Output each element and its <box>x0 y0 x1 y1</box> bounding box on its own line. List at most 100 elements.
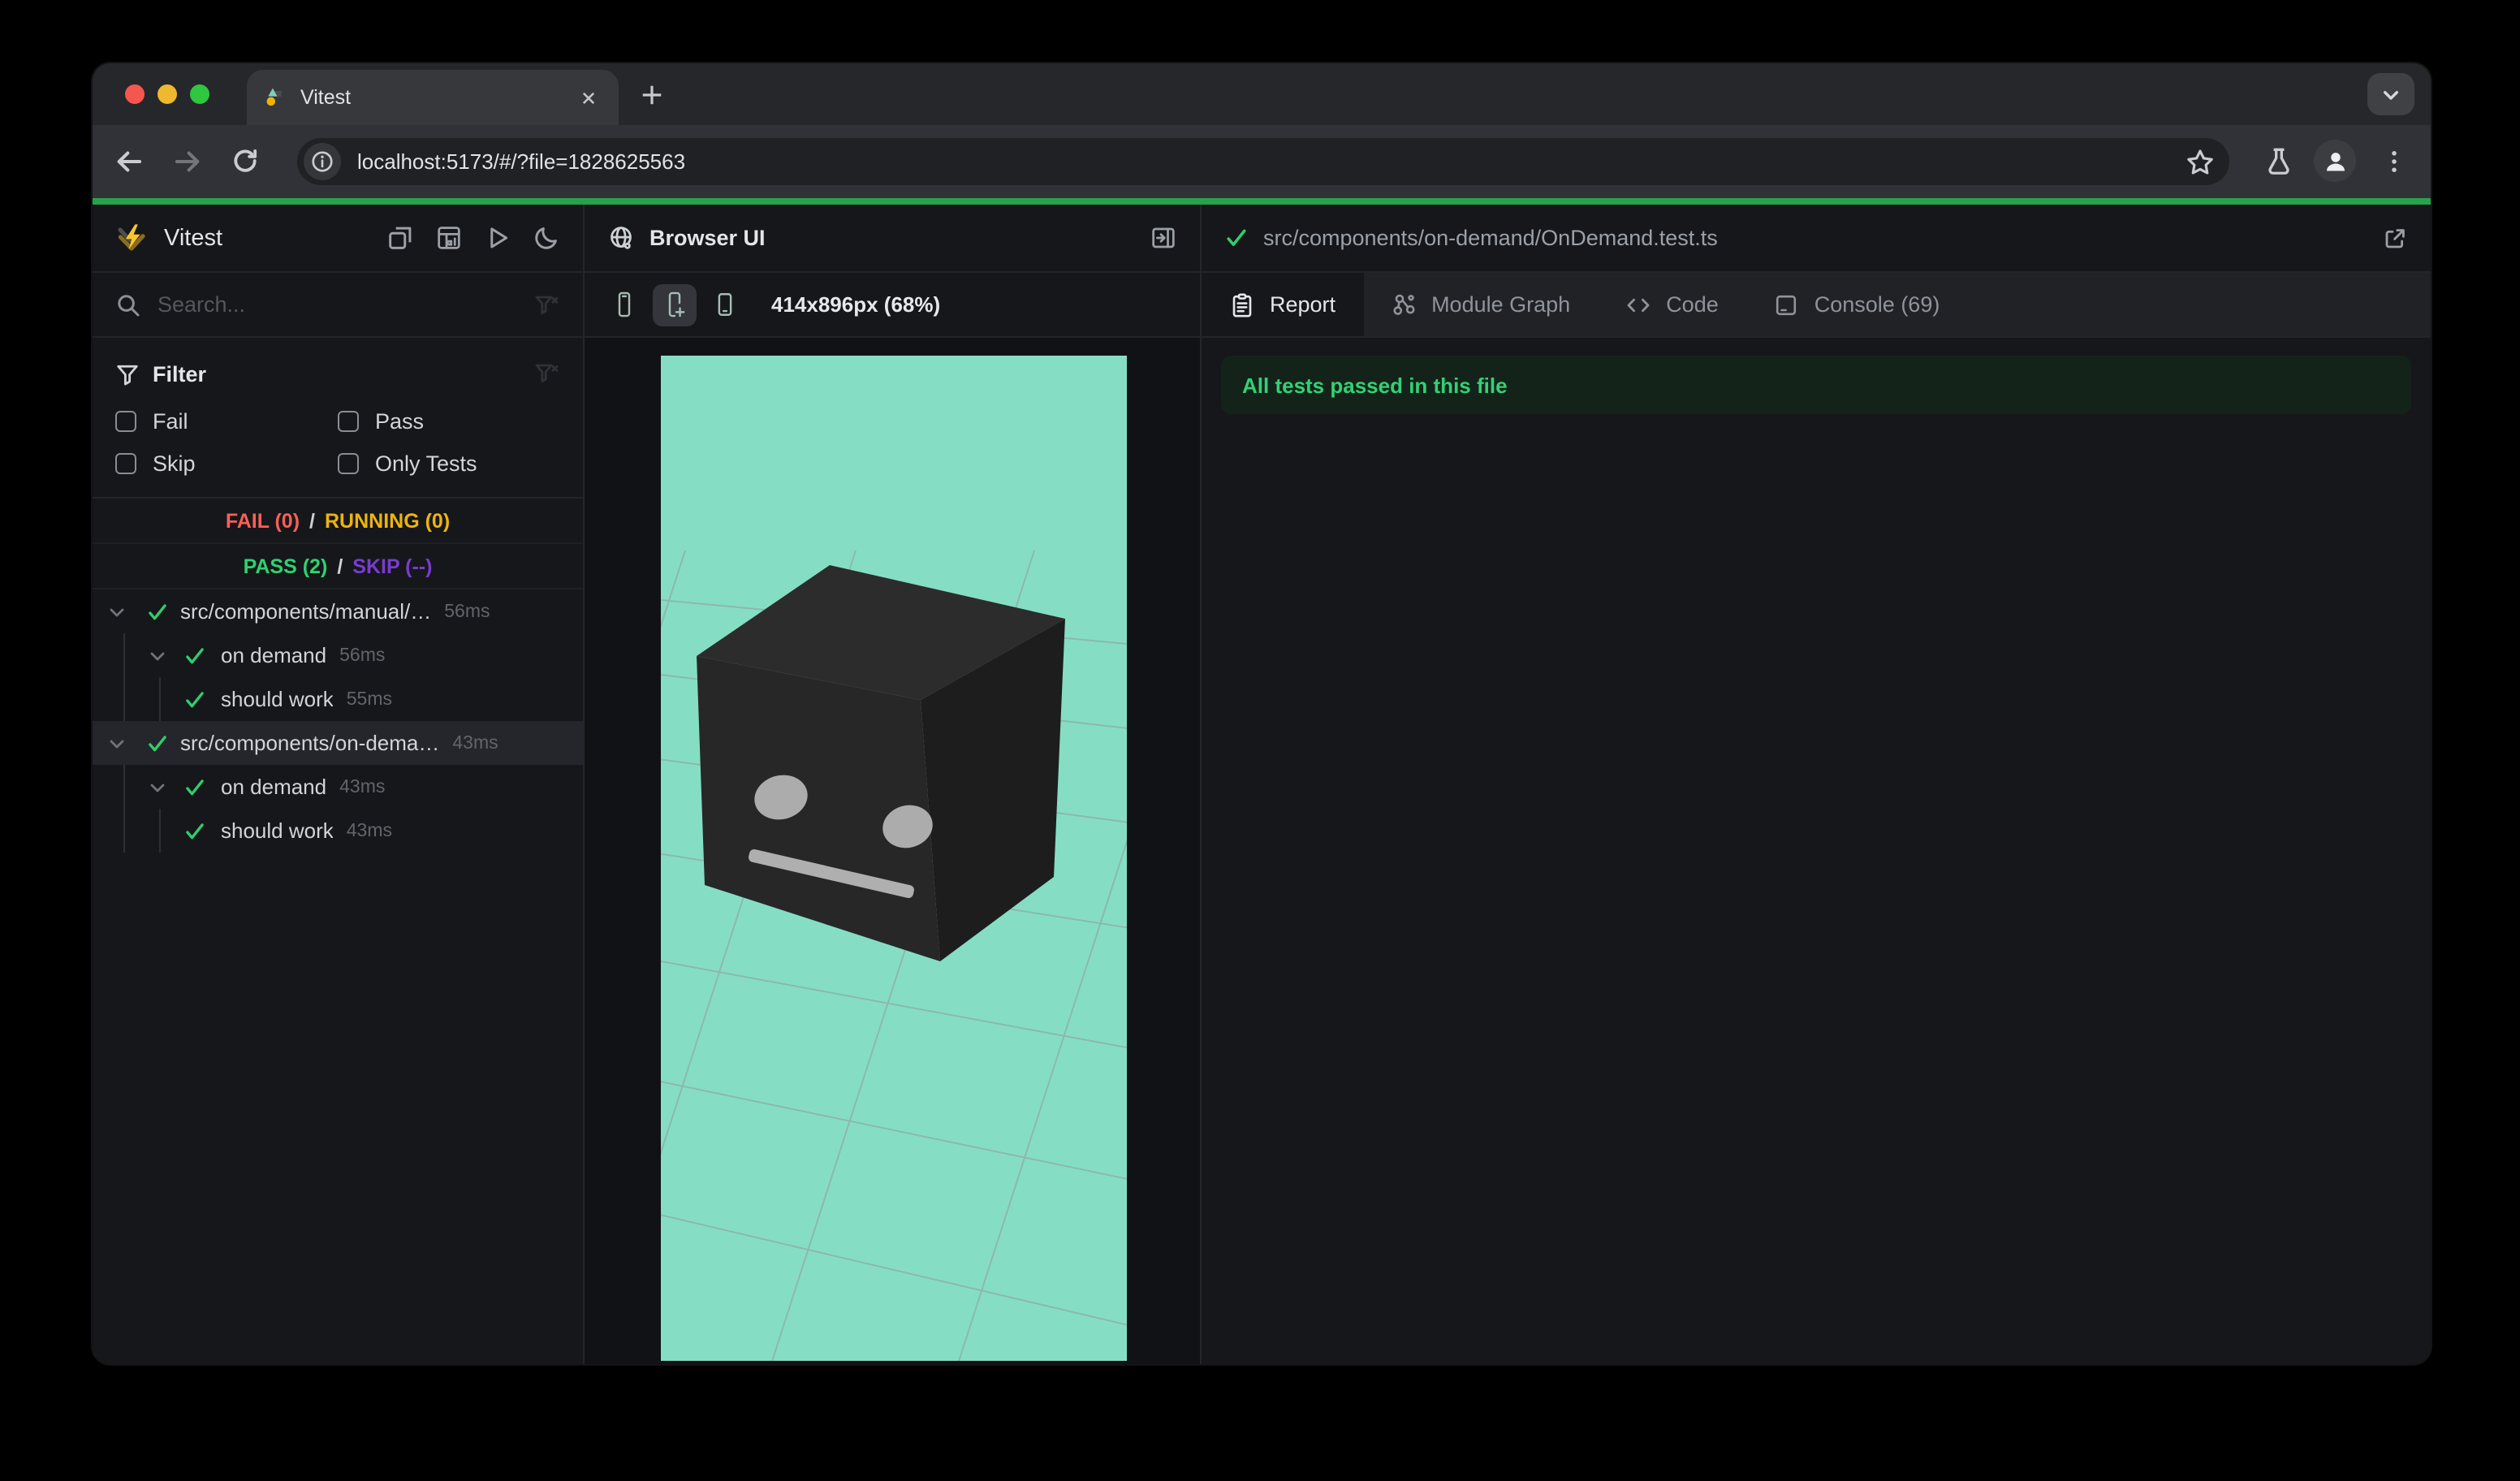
window-controls <box>125 84 209 104</box>
chevron-down-icon[interactable] <box>146 644 169 667</box>
test-case-row[interactable]: should work 43ms <box>93 809 583 853</box>
summary-row-2: PASS (2) / SKIP (--) <box>93 544 583 589</box>
new-tab-button[interactable] <box>632 75 672 115</box>
filter-option-only-tests[interactable]: Only Tests <box>338 451 560 476</box>
browser-tab[interactable]: Vitest <box>247 70 619 125</box>
results-tabs: Report Module Graph Code Console (69) <box>1202 273 2431 338</box>
profile-avatar[interactable] <box>2314 140 2356 182</box>
preview-area <box>585 338 1200 1364</box>
info-icon <box>310 149 334 174</box>
pass-check-icon <box>1224 226 1249 250</box>
filter-option-pass[interactable]: Pass <box>338 409 560 434</box>
pass-check-icon <box>146 600 169 623</box>
filter-option-fail[interactable]: Fail <box>115 409 338 434</box>
experiments-flask-icon[interactable] <box>2259 141 2298 180</box>
device-add-button[interactable] <box>653 283 697 326</box>
url-text[interactable]: localhost:5173/#/?file=1828625563 <box>357 149 2184 174</box>
clear-filter-icon[interactable] <box>534 291 560 317</box>
summary-separator: / <box>309 509 315 532</box>
pass-check-icon <box>183 644 206 667</box>
test-duration: 55ms <box>346 689 392 709</box>
test-file-name: src/components/on-dema… <box>180 731 440 755</box>
open-external-icon[interactable] <box>2382 225 2408 251</box>
test-tree: src/components/manual/… 56ms on demand 5… <box>93 589 583 1364</box>
viewport-size-label: 414x896px (68%) <box>771 292 941 317</box>
chevron-down-icon[interactable] <box>146 775 169 798</box>
close-window-button[interactable] <box>125 84 145 104</box>
tested-page-3d-scene <box>661 356 1127 1361</box>
device-viewport <box>661 356 1127 1361</box>
all-tests-passed-banner: All tests passed in this file <box>1221 356 2411 414</box>
test-file-row-selected[interactable]: src/components/on-dema… 43ms <box>93 721 583 765</box>
tab-module-graph[interactable]: Module Graph <box>1363 273 1598 336</box>
checkbox-only-tests[interactable] <box>338 453 359 474</box>
app-title: Vitest <box>164 225 223 251</box>
pass-check-icon <box>146 732 169 754</box>
run-all-play-icon[interactable] <box>484 224 511 252</box>
test-case-name: should work <box>221 687 334 711</box>
pass-check-icon <box>183 819 206 842</box>
checkbox-pass[interactable] <box>338 411 359 432</box>
bookmark-star-icon[interactable] <box>2184 145 2216 178</box>
report-body: All tests passed in this file <box>1202 338 2431 1364</box>
forward-button[interactable] <box>167 141 206 180</box>
device-rotate-button[interactable] <box>703 283 747 326</box>
checkbox-fail[interactable] <box>115 411 136 432</box>
test-suite-row[interactable]: on demand 56ms <box>93 633 583 677</box>
tab-search-button[interactable] <box>2367 73 2414 115</box>
chevron-down-icon[interactable] <box>106 732 128 754</box>
tab-strip: Vitest <box>93 63 2431 125</box>
tree-indent-guide <box>123 809 125 853</box>
device-toolbar: 414x896px (68%) <box>585 273 1200 338</box>
chevron-down-icon[interactable] <box>106 600 128 623</box>
filter-options: Fail Pass Skip Only Tests <box>115 409 560 476</box>
page-accent-bar <box>93 198 2431 205</box>
pass-check-icon <box>183 775 206 798</box>
report-icon <box>1229 291 1255 317</box>
browser-menu-kebab-icon[interactable] <box>2374 141 2413 180</box>
reload-button[interactable] <box>226 141 265 180</box>
filter-option-skip[interactable]: Skip <box>115 451 338 476</box>
hide-panel-icon[interactable] <box>1150 224 1177 252</box>
tab-report[interactable]: Report <box>1202 273 1364 336</box>
pass-count: PASS (2) <box>243 555 328 577</box>
test-suite-row[interactable]: on demand 43ms <box>93 765 583 809</box>
preview-title: Browser UI <box>649 226 766 250</box>
dashboard-icon[interactable] <box>435 224 463 252</box>
vitest-favicon <box>263 86 286 109</box>
fullscreen-window-button[interactable] <box>190 84 209 104</box>
console-icon <box>1774 291 1800 317</box>
tree-indent-guide <box>159 809 161 853</box>
clear-filter-icon[interactable] <box>534 361 560 386</box>
device-small-button[interactable] <box>602 283 646 326</box>
tab-console[interactable]: Console (69) <box>1746 273 1968 336</box>
tab-code[interactable]: Code <box>1598 273 1746 336</box>
minimize-window-button[interactable] <box>158 84 177 104</box>
test-file-row[interactable]: src/components/manual/… 56ms <box>93 589 583 633</box>
test-duration: 43ms <box>339 777 386 797</box>
pass-check-icon <box>183 688 206 710</box>
search-input[interactable] <box>158 292 534 317</box>
filter-label: Pass <box>375 409 425 434</box>
running-count: RUNNING (0) <box>325 509 451 532</box>
checkbox-skip[interactable] <box>115 453 136 474</box>
test-suite-name: on demand <box>221 643 327 667</box>
results-panel: src/components/on-demand/OnDemand.test.t… <box>1202 205 2431 1364</box>
filter-label: Only Tests <box>375 451 477 476</box>
site-info-button[interactable] <box>304 143 341 180</box>
collapse-panels-icon[interactable] <box>386 224 414 252</box>
test-case-row[interactable]: should work 55ms <box>93 677 583 721</box>
desktop: Vitest localhost:5173/#/?file=1828625563… <box>0 0 2520 1481</box>
sidebar-header: Vitest <box>93 205 583 273</box>
browser-toolbar: localhost:5173/#/?file=1828625563 <box>93 125 2431 198</box>
address-bar[interactable]: localhost:5173/#/?file=1828625563 <box>297 138 2229 185</box>
tree-indent-guide <box>123 677 125 721</box>
back-button[interactable] <box>109 141 148 180</box>
search-icon <box>115 291 141 317</box>
chevron-down-icon <box>2380 84 2401 105</box>
tree-indent-guide <box>123 633 125 677</box>
vitest-logo-icon <box>115 222 148 254</box>
close-tab-icon[interactable] <box>575 84 602 111</box>
filter-section: Filter Fail Pass Skip Only Tests <box>93 338 583 499</box>
dark-mode-moon-icon[interactable] <box>533 224 560 252</box>
